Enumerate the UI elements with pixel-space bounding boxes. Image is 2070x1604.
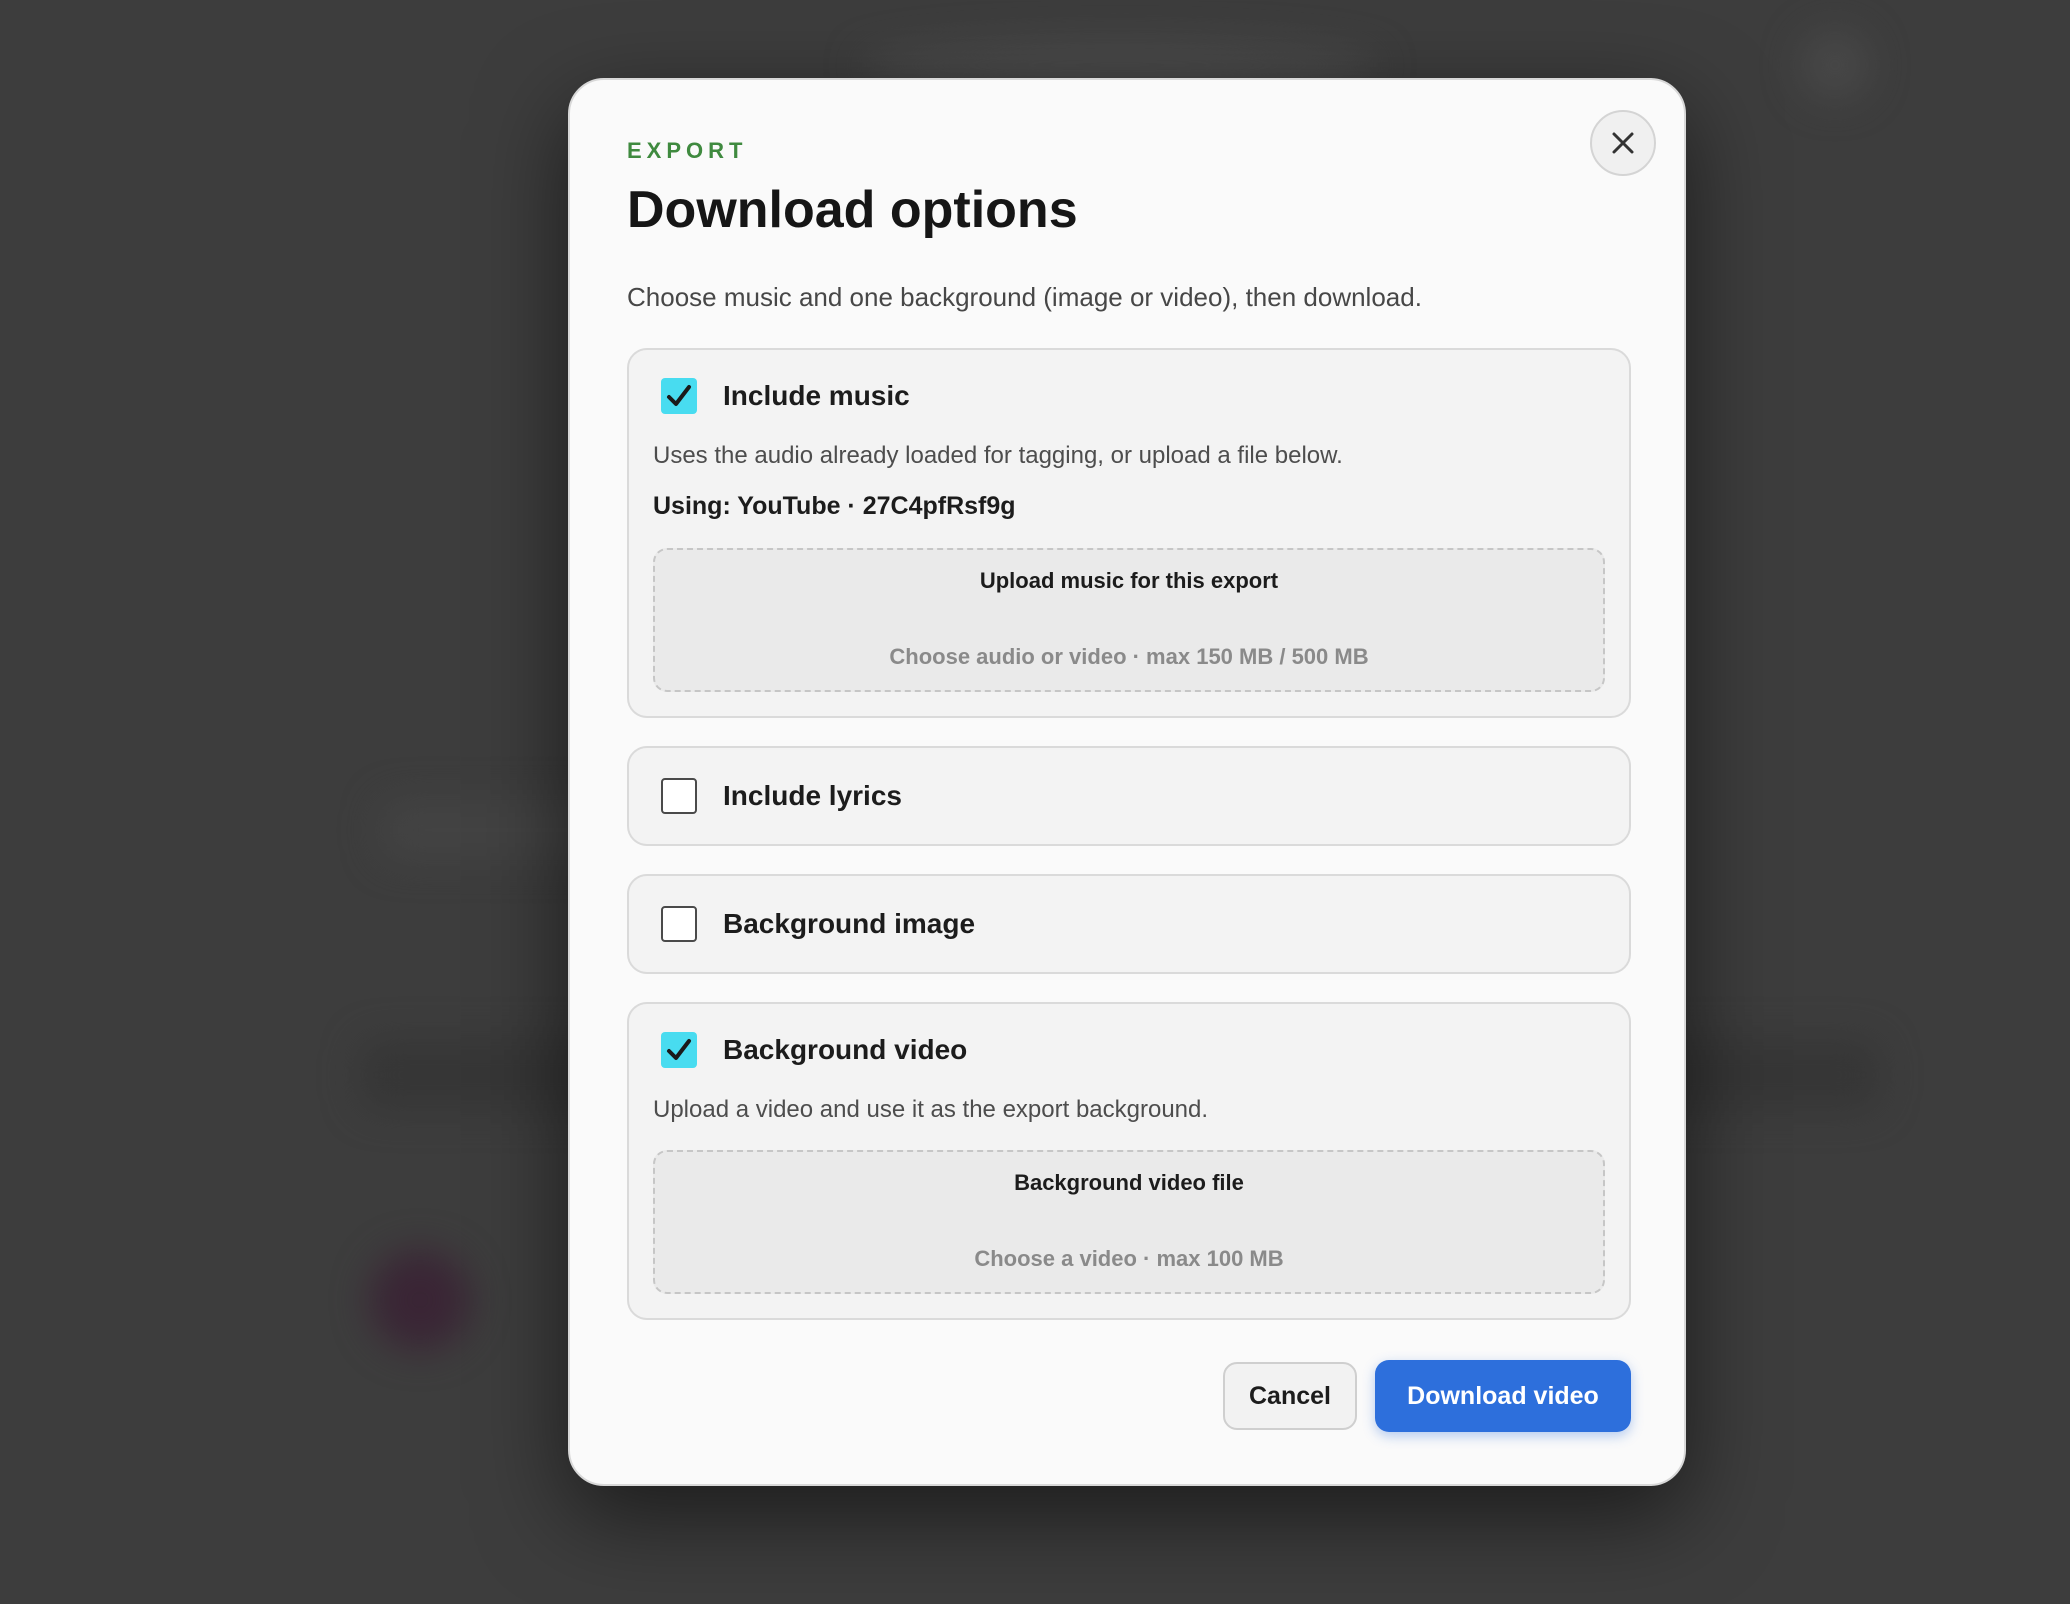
checkmark-icon bbox=[667, 385, 691, 406]
background-video-option-card: Background video Upload a video and use … bbox=[627, 1002, 1631, 1320]
dialog-eyebrow: EXPORT bbox=[627, 138, 748, 163]
lyrics-checkbox[interactable] bbox=[661, 778, 697, 814]
dialog-title: Download options bbox=[627, 181, 1078, 239]
music-option-label: Include music bbox=[723, 380, 910, 411]
lyrics-option-card: Include lyrics bbox=[627, 746, 1631, 846]
download-options-dialog: EXPORT Download options Choose music and… bbox=[568, 78, 1686, 1486]
background-image-option-label: Background image bbox=[723, 908, 976, 939]
download-video-button[interactable]: Download video bbox=[1375, 1360, 1631, 1432]
background-video-description: Upload a video and use it as the export … bbox=[653, 1096, 1209, 1123]
background-image-checkbox[interactable] bbox=[661, 906, 697, 942]
music-upload-title: Upload music for this export bbox=[979, 568, 1279, 593]
background-video-checkbox[interactable] bbox=[661, 1032, 697, 1068]
music-upload-dropzone[interactable]: Upload music for this export Choose audi… bbox=[653, 548, 1605, 692]
background-video-upload-hint: Choose a video · max 100 MB bbox=[974, 1246, 1284, 1271]
music-option-description: Uses the audio already loaded for taggin… bbox=[653, 442, 1343, 469]
background-video-option-label: Background video bbox=[723, 1034, 968, 1065]
checkmark-icon bbox=[667, 1039, 691, 1060]
music-checkbox[interactable] bbox=[661, 378, 697, 414]
background-image-option-card: Background image bbox=[627, 874, 1631, 974]
background-video-option-toggle[interactable]: Background video bbox=[661, 1032, 967, 1068]
background-video-upload-dropzone[interactable]: Background video file Choose a video · m… bbox=[653, 1150, 1605, 1294]
cancel-button[interactable]: Cancel bbox=[1223, 1362, 1357, 1430]
close-icon bbox=[1612, 132, 1634, 154]
music-option-card: Include music Uses the audio already loa… bbox=[627, 348, 1631, 718]
background-video-upload-title: Background video file bbox=[1014, 1170, 1244, 1195]
close-button[interactable] bbox=[1590, 110, 1656, 176]
background-blur-shape bbox=[1800, 30, 1870, 100]
dialog-subtitle: Choose music and one background (image o… bbox=[627, 282, 1422, 312]
music-upload-hint: Choose audio or video · max 150 MB / 500… bbox=[889, 644, 1369, 669]
music-source-label: Using: YouTube · 27C4pfRsf9g bbox=[653, 492, 1016, 520]
lyrics-option-label: Include lyrics bbox=[723, 780, 902, 811]
music-option-toggle[interactable]: Include music bbox=[661, 378, 910, 414]
background-blur-shape bbox=[370, 1250, 470, 1350]
background-image-option-toggle[interactable]: Background image bbox=[661, 906, 975, 942]
lyrics-option-toggle[interactable]: Include lyrics bbox=[661, 778, 902, 814]
